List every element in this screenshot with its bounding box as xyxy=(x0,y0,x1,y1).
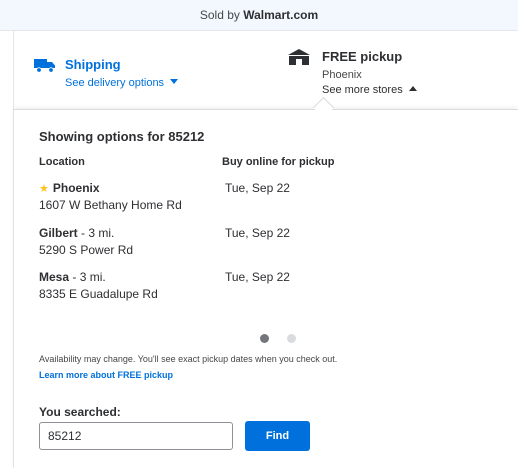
shipping-title: Shipping xyxy=(65,57,121,72)
more-stores-label: See more stores xyxy=(322,84,403,96)
store-address: 5290 S Power Rd xyxy=(39,243,134,257)
learn-more-link[interactable]: Learn more about FREE pickup xyxy=(39,370,173,380)
store-city: Phoenix xyxy=(52,181,100,195)
store-icon xyxy=(288,49,310,65)
pickup-date: Tue, Sep 22 xyxy=(225,270,290,284)
store-name: ★ Phoenix xyxy=(39,181,100,195)
caret-up-icon xyxy=(408,86,417,91)
store-address: 8335 E Guadalupe Rd xyxy=(39,287,158,301)
pickup-title: FREE pickup xyxy=(322,49,403,64)
seller-name: Walmart.com xyxy=(243,8,319,22)
truck-icon xyxy=(34,59,55,73)
store-row[interactable]: Gilbert - 3 mi. 5290 S Power Rd Tue, Sep… xyxy=(39,226,339,262)
delivery-options-label: See delivery options xyxy=(65,77,165,89)
pickup-date: Tue, Sep 22 xyxy=(225,226,290,240)
store-row[interactable]: Mesa - 3 mi. 8335 E Guadalupe Rd Tue, Se… xyxy=(39,270,339,306)
pagination-dot-1[interactable] xyxy=(260,334,269,343)
sold-by-prefix: Sold by xyxy=(199,8,240,22)
see-more-stores-link[interactable]: See more stores xyxy=(322,84,417,96)
seller-bar: Sold by Walmart.com xyxy=(0,0,518,31)
store-distance: - 3 mi. xyxy=(77,226,115,240)
store-name: Mesa - 3 mi. xyxy=(39,270,106,284)
pickup-column-header: Buy online for pickup xyxy=(222,156,335,168)
find-button[interactable]: Find xyxy=(245,421,310,451)
pickup-city: Phoenix xyxy=(322,69,362,81)
search-label: You searched: xyxy=(39,405,121,419)
availability-note: Availability may change. You'll see exac… xyxy=(39,354,338,364)
fulfillment-options: Shipping See delivery options FREE picku… xyxy=(14,31,518,109)
store-city: Gilbert xyxy=(39,226,78,240)
store-row[interactable]: ★ Phoenix 1607 W Bethany Home Rd Tue, Sep… xyxy=(39,181,339,217)
store-distance: - 3 mi. xyxy=(69,270,106,284)
options-heading: Showing options for 85212 xyxy=(39,129,205,144)
pagination-dot-2[interactable] xyxy=(287,334,296,343)
star-icon: ★ xyxy=(39,183,49,195)
store-name: Gilbert - 3 mi. xyxy=(39,226,114,240)
store-city: Mesa xyxy=(39,270,70,284)
zip-search-input[interactable] xyxy=(39,422,233,450)
caret-down-icon xyxy=(170,79,179,84)
location-column-header: Location xyxy=(39,156,85,168)
store-address: 1607 W Bethany Home Rd xyxy=(39,198,182,212)
pickup-date: Tue, Sep 22 xyxy=(225,181,290,195)
see-delivery-options-link[interactable]: See delivery options xyxy=(65,77,179,89)
